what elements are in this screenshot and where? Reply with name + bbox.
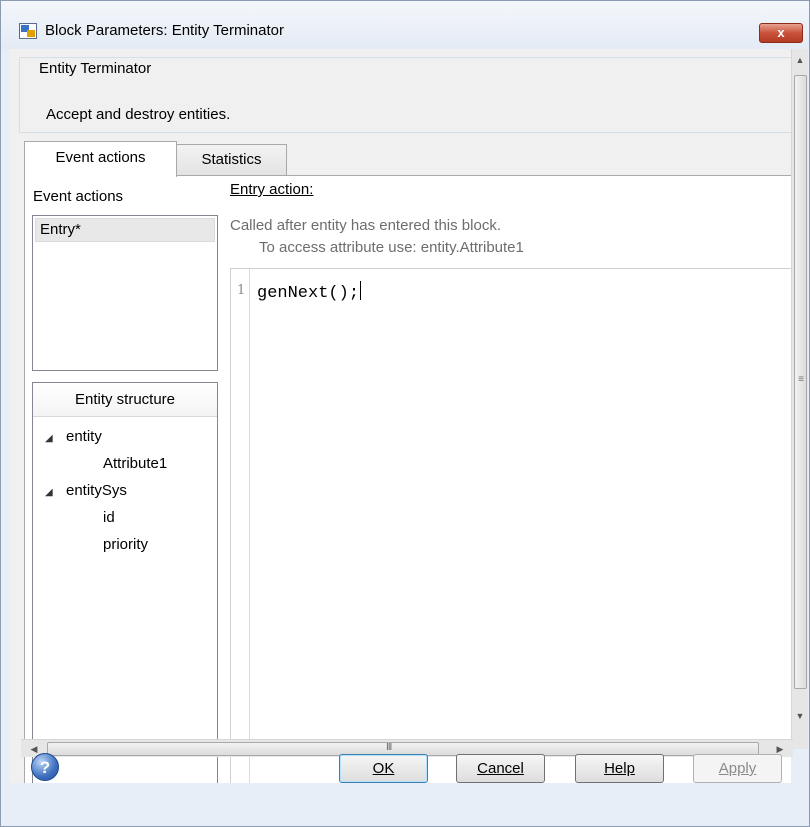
event-actions-list[interactable]: Entry* <box>32 215 218 371</box>
tree-node-entitysys[interactable]: entitySys <box>66 482 127 499</box>
entry-action-label: Entry action: <box>230 181 314 198</box>
description-text: Accept and destroy entities. <box>46 106 231 123</box>
code-editor[interactable]: 1 genNext(); <box>230 268 791 783</box>
window-title: Block Parameters: Entity Terminator <box>45 22 284 39</box>
scroll-down-arrow-icon[interactable]: ▼ <box>794 709 806 723</box>
tab-event-actions[interactable]: Event actions <box>24 141 177 177</box>
entry-action-hint: Called after entity has entered this blo… <box>230 217 501 234</box>
scroll-up-arrow-icon[interactable]: ▲ <box>794 53 806 67</box>
dialog-client-area: Entity Terminator Accept and destroy ent… <box>10 49 791 783</box>
scroll-grip-icon: ≡ <box>798 374 804 385</box>
scroll-grip-icon: III <box>386 742 392 753</box>
line-number-gutter: 1 <box>231 269 250 783</box>
ok-button[interactable]: OK <box>339 754 428 783</box>
entity-structure-tree: Entity structure ◢ entity Attribute1 ◢ e… <box>32 382 218 783</box>
help-button[interactable]: Help <box>575 754 664 783</box>
tree-node-entity[interactable]: entity <box>66 428 102 445</box>
vertical-scrollbar[interactable]: ▲ ≡ ▼ <box>791 49 808 749</box>
cancel-button-label: Cancel <box>477 760 524 777</box>
close-button[interactable]: x <box>759 23 803 43</box>
apply-button-label: Apply <box>718 760 757 777</box>
vertical-scroll-thumb[interactable]: ≡ <box>794 75 807 689</box>
list-item-entry[interactable]: Entry* <box>35 218 215 242</box>
block-parameters-dialog: Block Parameters: Entity Terminator x En… <box>0 0 810 827</box>
tree-node-attribute1[interactable]: Attribute1 <box>103 455 167 472</box>
entity-structure-header: Entity structure <box>33 383 217 417</box>
text-caret <box>360 281 362 300</box>
code-text: genNext(); <box>257 284 360 303</box>
cancel-button[interactable]: Cancel <box>456 754 545 783</box>
tab-statistics[interactable]: Statistics <box>176 144 287 175</box>
expand-triangle-icon[interactable]: ◢ <box>45 487 53 498</box>
title-bar[interactable]: Block Parameters: Entity Terminator x <box>1 1 809 49</box>
expand-triangle-icon[interactable]: ◢ <box>45 433 53 444</box>
simulink-block-icon <box>19 23 37 39</box>
tree-node-priority[interactable]: priority <box>103 536 148 553</box>
event-actions-panel: Event actions Entry* Entity structure ◢ … <box>24 175 791 783</box>
help-button-label: Help <box>604 760 635 777</box>
line-number: 1 <box>237 283 246 298</box>
entry-action-attribute-hint: To access attribute use: entity.Attribut… <box>259 239 524 256</box>
event-actions-label: Event actions <box>33 188 124 205</box>
help-question-icon[interactable]: ? <box>31 753 59 781</box>
apply-button[interactable]: Apply <box>693 754 782 783</box>
description-group: Entity Terminator Accept and destroy ent… <box>19 57 791 133</box>
ok-button-label: OK <box>372 760 395 777</box>
code-line[interactable]: genNext(); <box>257 281 362 303</box>
description-group-title: Entity Terminator <box>35 60 156 77</box>
tree-node-id[interactable]: id <box>103 509 115 526</box>
